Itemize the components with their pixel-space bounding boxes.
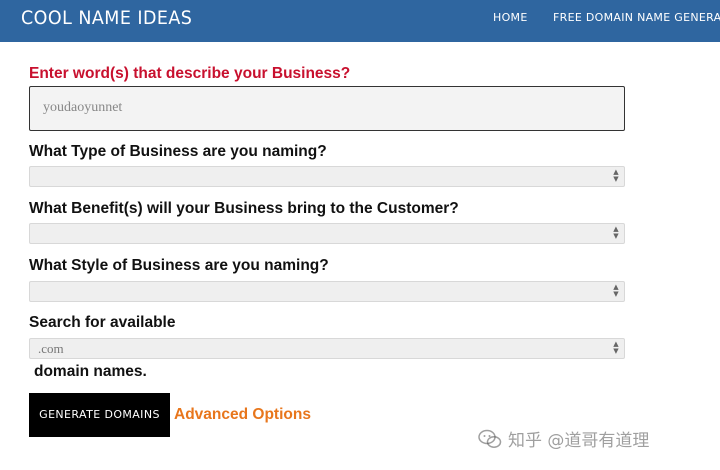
advanced-options-link[interactable]: Advanced Options: [174, 406, 311, 424]
tld-select[interactable]: .com ▲ ▼: [29, 338, 625, 359]
search-label: Search for available: [29, 314, 176, 331]
domain-names-text: domain names.: [34, 363, 147, 380]
benefit-label: What Benefit(s) will your Business bring…: [29, 200, 459, 217]
describe-label: Enter word(s) that describe your Busines…: [29, 65, 351, 82]
watermark: 知乎 @道哥有道理: [478, 426, 649, 454]
tld-value: .com: [38, 341, 64, 356]
select-arrows-icon: ▲ ▼: [613, 225, 619, 240]
style-select[interactable]: ▲ ▼: [29, 281, 625, 302]
business-type-label: What Type of Business are you naming?: [29, 143, 327, 160]
nav-home-link[interactable]: HOME: [493, 11, 528, 24]
generate-domains-button[interactable]: GENERATE DOMAINS: [29, 393, 170, 437]
business-type-select[interactable]: ▲ ▼: [29, 166, 625, 187]
nav-generators-link[interactable]: FREE DOMAIN NAME GENERATORS: [553, 11, 720, 24]
site-logo[interactable]: COOL NAME IDEAS: [21, 7, 192, 29]
watermark-text: 知乎 @道哥有道理: [508, 431, 650, 451]
wechat-icon: [478, 429, 502, 454]
benefit-select[interactable]: ▲ ▼: [29, 223, 625, 244]
select-arrows-icon: ▲ ▼: [613, 168, 619, 183]
select-arrows-icon: ▲ ▼: [613, 283, 619, 298]
site-header: COOL NAME IDEAS HOME FREE DOMAIN NAME GE…: [0, 0, 720, 42]
select-arrows-icon: ▲ ▼: [613, 340, 619, 355]
keywords-input[interactable]: youdaoyunnet: [29, 86, 625, 131]
style-label: What Style of Business are you naming?: [29, 257, 329, 274]
